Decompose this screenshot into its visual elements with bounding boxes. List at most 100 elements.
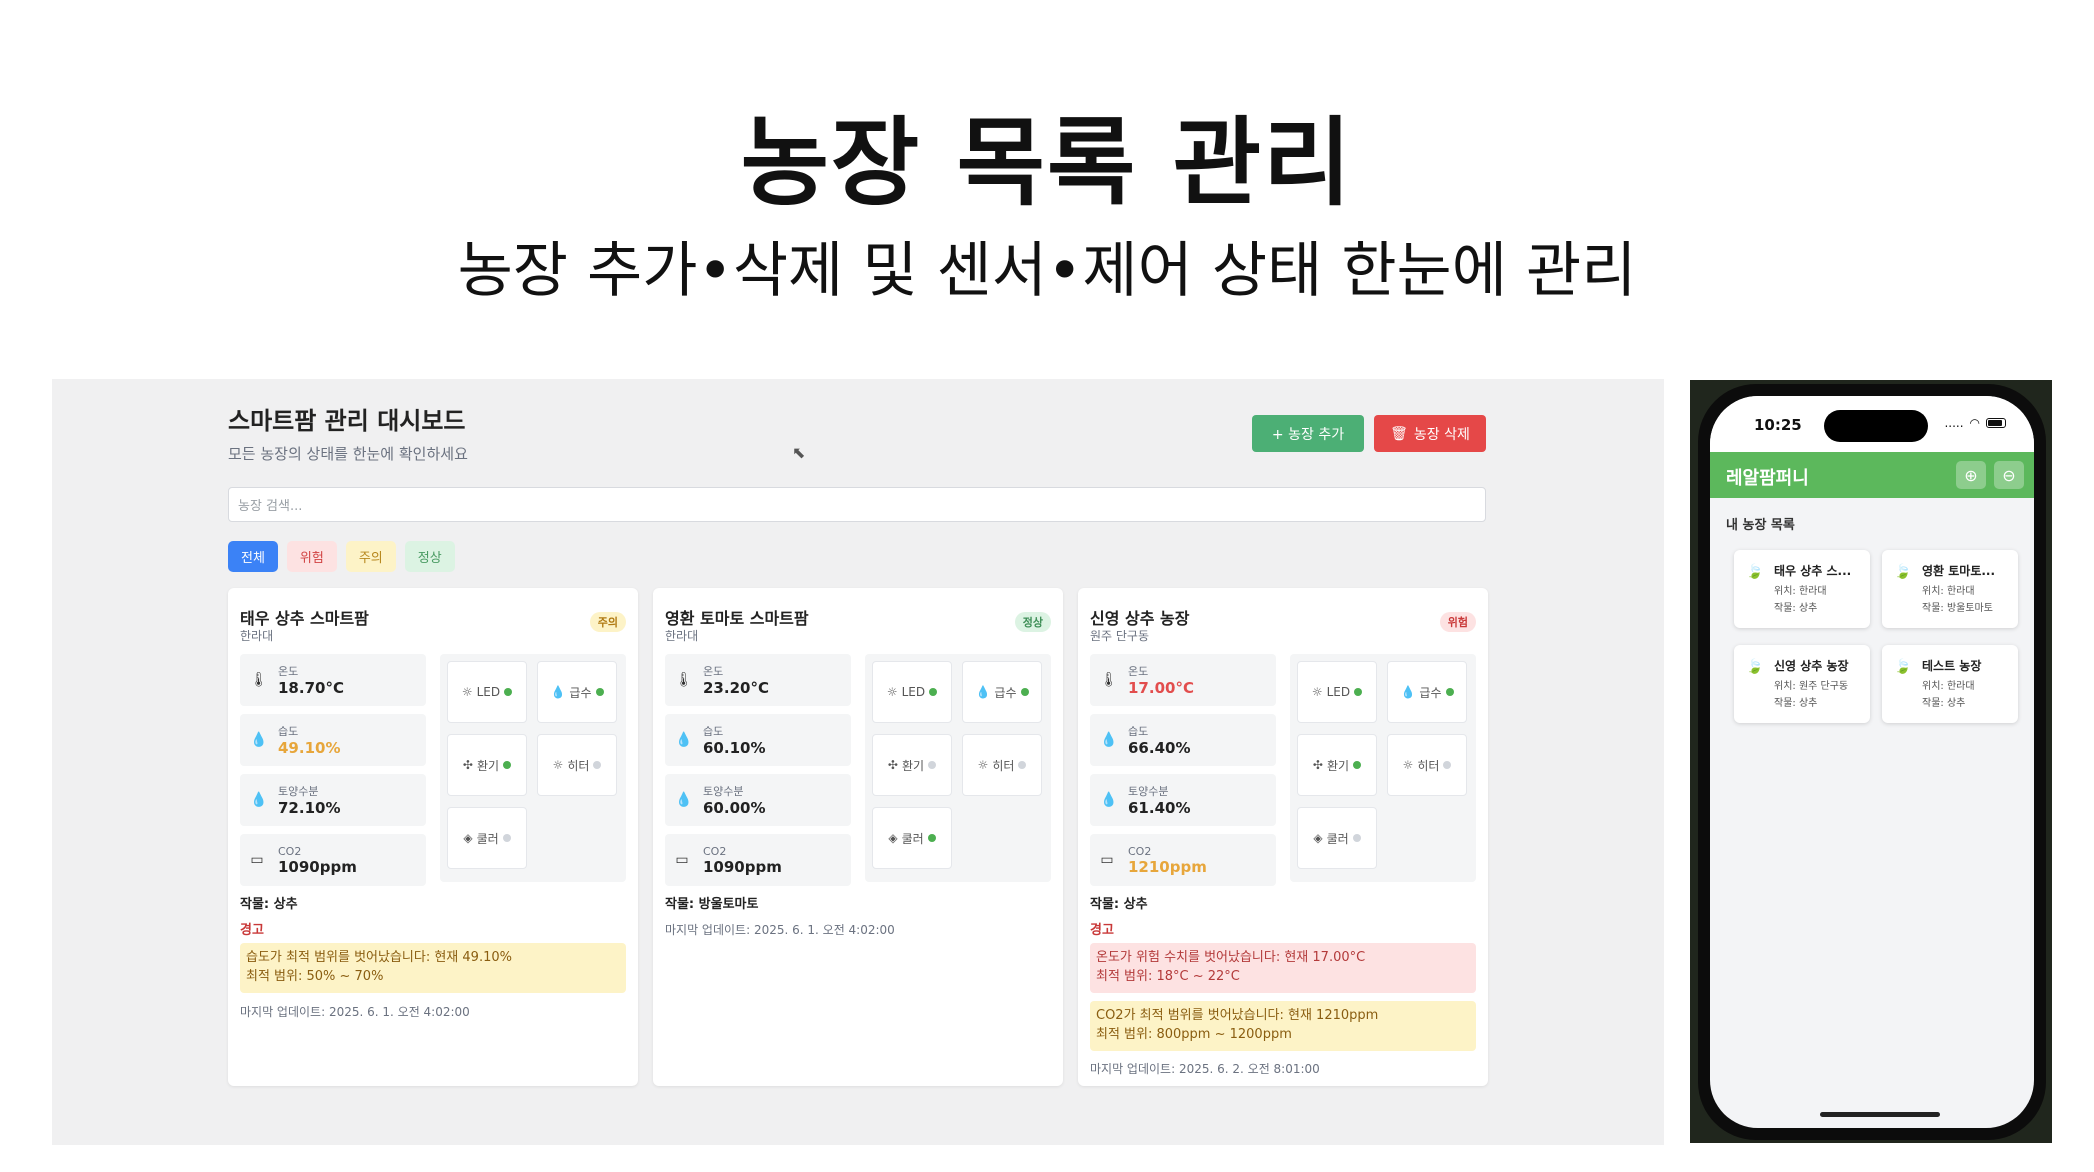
- farm-name: 신영 상추 농장: [1090, 609, 1190, 628]
- last-updated: 마지막 업데이트: 2025. 6. 2. 오전 8:01:00: [1090, 1062, 1320, 1076]
- add-farm-label: + 농장 추가: [1271, 426, 1345, 443]
- home-indicator[interactable]: [1820, 1112, 1940, 1117]
- control-heater[interactable]: ☼ 히터: [537, 734, 617, 796]
- status-dot: [504, 688, 513, 696]
- control-led[interactable]: ☼ LED: [447, 661, 527, 723]
- sensor-value: 72.10%: [278, 799, 341, 817]
- control-label: 급수: [569, 685, 592, 700]
- sensor-label: 토양수분: [1128, 785, 1169, 798]
- remove-circle-icon[interactable]: ⊖: [1994, 461, 2024, 489]
- status-dot: [1353, 761, 1362, 769]
- status-icons: ..... ◠: [1944, 416, 2006, 430]
- dashboard-subtitle: 모든 농장의 상태를 한눈에 확인하세요: [228, 445, 468, 463]
- sensor-label: 습도: [703, 725, 724, 738]
- status-dot: [502, 834, 511, 842]
- control-label: LED: [476, 685, 501, 699]
- control-cooler[interactable]: ◈ 쿨러: [872, 807, 952, 869]
- farm-card[interactable]: 태우 상추 스마트팜 한라대 주의 🌡 온도 18.70°C 💧 습도 49.10%…: [228, 588, 638, 1086]
- farm-location: 위치: 한라대: [1922, 586, 1975, 597]
- farm-crop: 작물: 상추: [1090, 897, 1148, 912]
- control-label: 히터: [992, 758, 1015, 773]
- sensor-value: 1090ppm: [278, 857, 357, 876]
- dynamic-island: [1824, 410, 1928, 442]
- co2-icon: ▭: [250, 852, 264, 868]
- sensor-value: 1090ppm: [703, 857, 782, 876]
- control-led[interactable]: ☼ LED: [872, 661, 952, 723]
- delete-farm-button[interactable]: 🗑 농장 삭제: [1374, 415, 1486, 452]
- filter-warning[interactable]: 주의: [345, 541, 396, 572]
- farm-location: 원주 단구동: [1090, 629, 1150, 643]
- mobile-farm-card[interactable]: 🍃 신영 상추 농장 위치: 원주 단구동 작물: 상추: [1734, 645, 1870, 723]
- dashboard-title: 스마트팜 관리 대시보드: [228, 407, 466, 435]
- droplet-icon: 💧: [1100, 792, 1118, 808]
- add-circle-icon[interactable]: ⊕: [1956, 461, 1986, 489]
- status-dot: [1018, 761, 1027, 769]
- fan-icon: ✣: [462, 758, 473, 772]
- farm-card[interactable]: 신영 상추 농장 원주 단구동 위험 🌡 온도 17.00°C 💧 습도 66.40…: [1078, 588, 1488, 1086]
- mobile-farm-card[interactable]: 🍃 테스트 농장 위치: 한라대 작물: 상추: [1882, 645, 2018, 723]
- sensor-label: CO2: [1128, 844, 1152, 858]
- control-vent[interactable]: ✣ 환기: [1297, 734, 1377, 796]
- mobile-farm-card[interactable]: 🍃 영환 토마토... 위치: 한라대 작물: 방울토마토: [1882, 550, 2018, 628]
- last-updated: 마지막 업데이트: 2025. 6. 1. 오전 4:02:00: [665, 923, 895, 937]
- co2-icon: ▭: [675, 852, 689, 868]
- sun-icon: ☼: [886, 685, 898, 699]
- control-panel: ☼ LED 💧 급수 ✣ 환기 ☼ 히터 ◈ 쿨러: [1290, 654, 1476, 882]
- control-led[interactable]: ☼ LED: [1297, 661, 1377, 723]
- farm-crop: 작물: 상추: [240, 897, 298, 912]
- status-bar: 10:25 ..... ◠: [1710, 396, 2034, 452]
- control-label: 히터: [567, 758, 590, 773]
- sensor-humidity: 💧 습도 66.40%: [1090, 714, 1276, 766]
- sensor-value: 17.00°C: [1128, 679, 1194, 697]
- filter-normal[interactable]: 정상: [404, 541, 455, 572]
- control-vent[interactable]: ✣ 환기: [447, 734, 527, 796]
- control-vent[interactable]: ✣ 환기: [872, 734, 952, 796]
- farm-crop: 작물: 상추: [1922, 698, 1966, 709]
- cooler-icon: ◈: [888, 831, 898, 845]
- delete-farm-label: 농장 삭제: [1413, 426, 1470, 443]
- filter-all[interactable]: 전체: [228, 541, 278, 572]
- status-badge: 정상: [1014, 612, 1051, 632]
- farm-crop: 작물: 상추: [1774, 698, 1818, 709]
- farm-card[interactable]: 영환 토마토 스마트팜 한라대 정상 🌡 온도 23.20°C 💧 습도 60.10…: [653, 588, 1063, 1086]
- battery-icon: [1986, 418, 2006, 428]
- sensor-value: 49.10%: [278, 739, 341, 757]
- control-cooler[interactable]: ◈ 쿨러: [1297, 807, 1377, 869]
- control-label: 급수: [994, 685, 1017, 700]
- sensor-label: 온도: [278, 665, 299, 678]
- sensor-label: CO2: [278, 844, 302, 858]
- droplet-icon: 💧: [1100, 732, 1118, 748]
- control-label: 히터: [1417, 758, 1440, 773]
- add-farm-button[interactable]: + 농장 추가: [1252, 415, 1364, 452]
- control-label: 환기: [476, 758, 500, 773]
- control-cooler[interactable]: ◈ 쿨러: [447, 807, 527, 869]
- sensor-label: 토양수분: [703, 785, 744, 798]
- farm-search-input[interactable]: 농장 검색...: [228, 487, 1486, 522]
- mobile-mockup: 10:25 ..... ◠ 레알팜퍼니 ⊕ ⊖ 내 농장 목록 🍃 태우 상추 …: [1690, 380, 2052, 1143]
- control-water[interactable]: 💧 급수: [537, 661, 617, 723]
- sensor-temperature: 🌡 온도 23.20°C: [665, 654, 851, 706]
- sensor-humidity: 💧 습도 60.10%: [665, 714, 851, 766]
- mobile-farm-card[interactable]: 🍃 태우 상추 스... 위치: 한라대 작물: 상추: [1734, 550, 1870, 628]
- fan-icon: ✣: [887, 758, 898, 772]
- heater-icon: ☼: [552, 758, 564, 772]
- control-water[interactable]: 💧 급수: [962, 661, 1042, 723]
- leaf-icon: 🍃: [1746, 659, 1764, 675]
- control-water[interactable]: 💧 급수: [1387, 661, 1467, 723]
- control-label: 쿨러: [1326, 831, 1349, 846]
- sensor-value: 1210ppm: [1128, 857, 1207, 876]
- filter-danger[interactable]: 위험: [286, 541, 337, 572]
- droplet-icon: 💧: [250, 792, 268, 808]
- sensor-label: 온도: [1128, 665, 1149, 678]
- cooler-icon: ◈: [1313, 831, 1323, 845]
- status-dot: [593, 761, 602, 769]
- status-dot: [1445, 688, 1454, 696]
- control-heater[interactable]: ☼ 히터: [1387, 734, 1467, 796]
- thermometer-icon: 🌡: [675, 672, 693, 688]
- phone-screen: 10:25 ..... ◠ 레알팜퍼니 ⊕ ⊖ 내 농장 목록 🍃 태우 상추 …: [1710, 396, 2034, 1128]
- droplet-icon: 💧: [1400, 685, 1416, 699]
- control-label: 쿨러: [901, 831, 924, 846]
- co2-icon: ▭: [1100, 852, 1114, 868]
- control-heater[interactable]: ☼ 히터: [962, 734, 1042, 796]
- control-label: LED: [1326, 685, 1351, 699]
